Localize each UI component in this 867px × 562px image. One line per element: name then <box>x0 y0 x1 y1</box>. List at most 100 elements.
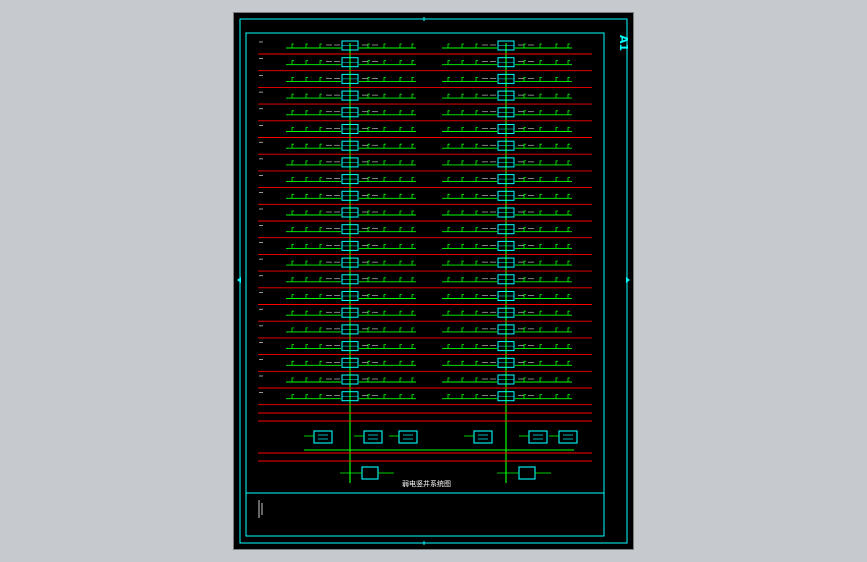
outlet-symbol <box>555 110 558 115</box>
outlet-symbol <box>399 110 402 115</box>
outlet-symbol <box>523 260 526 266</box>
outlet-symbol <box>461 344 464 349</box>
outlet-symbol <box>523 277 526 282</box>
outlet-symbol <box>399 43 402 48</box>
outlet-symbol <box>291 310 294 316</box>
outlet-symbol <box>475 77 478 82</box>
outlet-symbol <box>447 60 450 65</box>
outlet-symbol <box>319 43 322 48</box>
outlet-symbol <box>447 377 450 382</box>
outlet-symbol <box>383 277 386 282</box>
sheet-size-label: A1 <box>617 35 630 51</box>
outlet-symbol <box>447 77 450 82</box>
outlet-symbol <box>555 60 558 65</box>
main-cabinet <box>354 430 383 444</box>
outlet-symbol <box>461 260 464 266</box>
outlet-symbol <box>461 77 464 82</box>
outlet-symbol <box>523 110 526 115</box>
outlet-symbol <box>523 193 526 199</box>
cabinet-box <box>558 430 578 444</box>
outlet-symbol <box>411 93 414 99</box>
main-cabinet <box>549 430 578 444</box>
main-cabinet <box>464 430 493 444</box>
outlet-symbol <box>305 227 308 232</box>
outlet-symbol <box>383 310 386 316</box>
outlet-symbol <box>305 93 308 99</box>
outlet-symbol <box>475 244 478 249</box>
floor-row <box>258 90 592 105</box>
outlet-symbol <box>411 277 414 282</box>
outlet-symbol <box>399 360 402 366</box>
center-mark-left <box>237 277 241 283</box>
outlet-symbol <box>555 377 558 382</box>
outlet-symbol <box>539 193 542 199</box>
outlet-symbol <box>367 344 370 349</box>
outlet-symbol <box>567 394 570 399</box>
outlet-symbol <box>319 93 322 99</box>
outlet-symbol <box>305 110 308 115</box>
outlet-symbol <box>305 127 308 132</box>
outlet-symbol <box>567 344 570 349</box>
outlet-symbol <box>523 360 526 366</box>
outlet-symbol <box>461 160 464 165</box>
outlet-symbol <box>291 394 294 399</box>
outlet-symbol <box>523 244 526 249</box>
outlet-symbol <box>399 394 402 399</box>
outlet-symbol <box>319 310 322 316</box>
outlet-symbol <box>447 244 450 249</box>
outlet-symbol <box>539 344 542 349</box>
outlet-symbol <box>291 327 294 332</box>
outlet-symbol <box>523 160 526 165</box>
outlet-symbol <box>539 110 542 115</box>
outlet-symbol <box>399 177 402 182</box>
cabinet-box <box>313 430 333 444</box>
outlet-symbol <box>539 60 542 65</box>
outlet-symbol <box>367 310 370 316</box>
outlet-symbol <box>367 327 370 332</box>
outlet-symbol <box>567 244 570 249</box>
outlet-symbol <box>567 260 570 266</box>
outlet-symbol <box>447 394 450 399</box>
outlet-symbol <box>523 344 526 349</box>
outlet-symbol <box>383 210 386 215</box>
outlet-symbol <box>319 260 322 266</box>
outlet-symbol <box>399 93 402 99</box>
outlet-symbol <box>319 60 322 65</box>
outlet-symbol <box>291 210 294 215</box>
outlet-symbol <box>447 127 450 132</box>
outlet-symbol <box>555 260 558 266</box>
outlet-symbol <box>399 127 402 132</box>
outlet-symbol <box>319 143 322 149</box>
outlet-symbol <box>319 177 322 182</box>
outlet-symbol <box>305 43 308 48</box>
outlet-symbol <box>475 360 478 366</box>
floor-row <box>258 341 592 356</box>
floor-rows <box>258 40 592 483</box>
outlet-symbol <box>399 77 402 82</box>
cabinet-box <box>361 466 379 480</box>
outlet-symbol <box>461 277 464 282</box>
outlet-symbol <box>291 360 294 366</box>
drawing-sheet[interactable]: A1 弱电竖井系统图 <box>233 12 634 550</box>
outlet-symbol <box>319 327 322 332</box>
outlet-symbol <box>291 244 294 249</box>
outlet-symbol <box>523 77 526 82</box>
outlet-symbol <box>319 210 322 215</box>
outlet-symbol <box>447 344 450 349</box>
outlet-symbol <box>475 210 478 215</box>
outlet-symbol <box>523 377 526 382</box>
outlet-symbol <box>567 43 570 48</box>
outlet-symbol <box>461 394 464 399</box>
outlet-symbol <box>555 77 558 82</box>
outlet-symbol <box>447 210 450 215</box>
outlet-symbol <box>447 110 450 115</box>
floor-row <box>258 124 592 138</box>
outlet-symbol <box>475 93 478 99</box>
outlet-symbol <box>539 227 542 232</box>
floor-row <box>258 190 592 205</box>
outlet-symbol <box>367 60 370 65</box>
outlet-symbol <box>291 60 294 65</box>
outlet-symbol <box>555 327 558 332</box>
main-cabinet <box>389 430 418 444</box>
outlet-symbol <box>305 193 308 199</box>
